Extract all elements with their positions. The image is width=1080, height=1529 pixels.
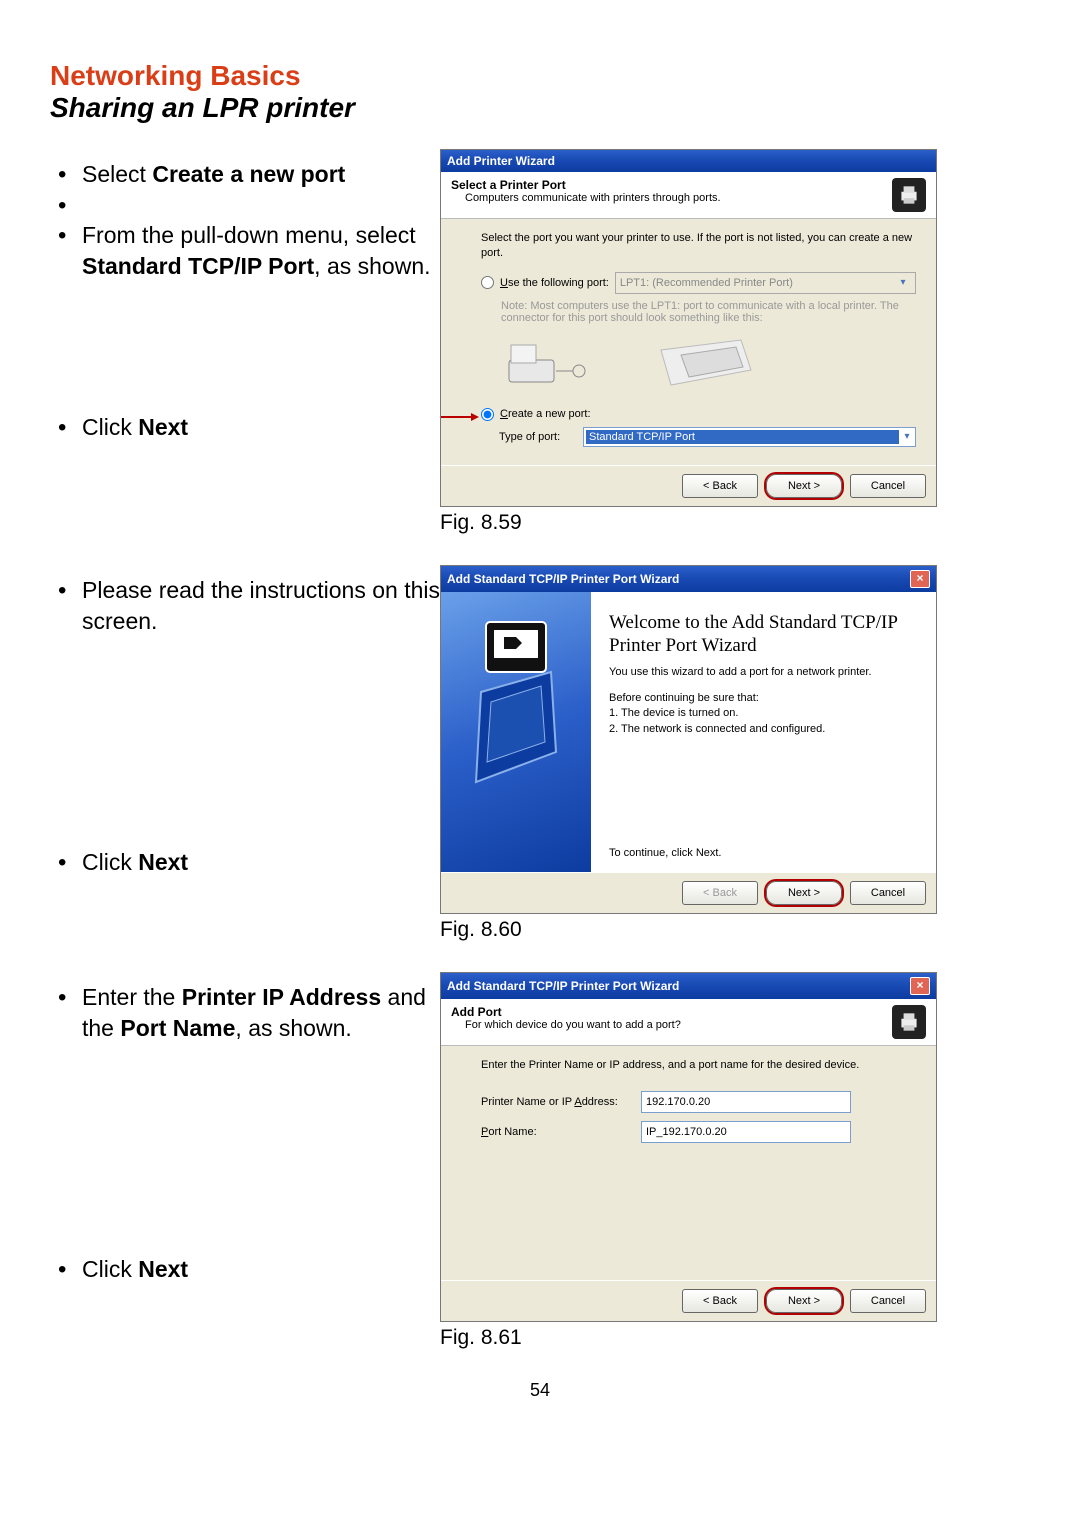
printer-ip-input[interactable] [641,1091,851,1113]
add-printer-wizard-dialog: Add Printer Wizard Select a Printer Port… [440,149,937,507]
dialog-intro-text: Select the port you want your printer to… [481,231,916,262]
addport-intro: Enter the Printer Name or IP address, an… [481,1058,916,1073]
create-new-port-radio[interactable] [481,408,494,421]
dialog-subheading: Computers communicate with printers thro… [465,192,892,204]
printer-ip-label: Printer Name or IP Address: [481,1096,641,1108]
tcpip-port-wizard-welcome-dialog: Add Standard TCP/IP Printer Port Wizard … [440,565,937,914]
dialog-titlebar[interactable]: Add Standard TCP/IP Printer Port Wizard … [441,973,936,999]
back-button: < Back [682,881,758,905]
dialog-subheading: For which device do you want to add a po… [465,1019,892,1031]
close-icon[interactable]: × [910,977,930,995]
port-name-label: Port Name: [481,1126,641,1138]
tcpip-port-wizard-addport-dialog: Add Standard TCP/IP Printer Port Wizard … [440,972,937,1322]
figure-caption: Fig. 8.61 [440,1326,1030,1350]
chevron-down-icon: ▾ [899,431,915,442]
existing-port-combo[interactable]: LPT1: (Recommended Printer Port) ▾ [615,272,916,294]
page-title: Networking Basics [50,60,1030,92]
dialog-heading: Add Port [451,1005,892,1019]
instr-click-next-1: Click Next [50,412,440,443]
printer-icon [892,178,926,212]
figure-caption: Fig. 8.59 [440,511,1030,535]
type-of-port-label: Type of port: [499,431,577,443]
port-name-input[interactable] [641,1121,851,1143]
use-following-port-label: UUse the following port:se the following… [500,277,609,289]
back-button[interactable]: < Back [682,474,758,498]
wizard-continue-text: To continue, click Next. [609,846,918,861]
port-note-text: Note: Most computers use the LPT1: port … [501,300,916,324]
wizard-sidebar-image [441,592,591,872]
wizard-line1: You use this wizard to add a port for a … [609,665,918,680]
dialog-title: Add Standard TCP/IP Printer Port Wizard [447,572,679,586]
connector-illustration [501,330,916,400]
dialog-heading: Select a Printer Port [451,178,892,192]
instr-select-standard-port: From the pull-down menu, select Standard… [50,220,440,282]
printer-icon [892,1005,926,1039]
next-button[interactable]: Next > [766,1289,842,1313]
wizard-welcome-heading: Welcome to the Add Standard TCP/IP Print… [609,612,918,658]
wizard-line2: Before continuing be sure that: [609,691,918,706]
page-subtitle: Sharing an LPR printer [50,92,1030,124]
dialog-title: Add Standard TCP/IP Printer Port Wizard [447,979,679,993]
cancel-button[interactable]: Cancel [850,474,926,498]
instr-click-next-2: Click Next [50,847,440,878]
create-new-port-label: Create a new port: [500,408,591,420]
cancel-button[interactable]: Cancel [850,881,926,905]
dialog-titlebar[interactable]: Add Standard TCP/IP Printer Port Wizard … [441,566,936,592]
figure-caption: Fig. 8.60 [440,918,1030,942]
instr-select-create-port: Select Create a new port [50,159,440,190]
chevron-down-icon: ▾ [895,277,911,288]
cancel-button[interactable]: Cancel [850,1289,926,1313]
next-button[interactable]: Next > [766,881,842,905]
next-button[interactable]: Next > [766,474,842,498]
use-following-port-radio[interactable] [481,276,494,289]
instr-read-screen: Please read the instructions on this scr… [50,575,440,637]
close-icon[interactable]: × [910,570,930,588]
instr-enter-ip-port: Enter the Printer IP Address and the Por… [50,982,440,1044]
red-arrow-icon [441,412,479,425]
dialog-titlebar[interactable]: Add Printer Wizard [441,150,936,172]
page-number: 54 [50,1380,1030,1401]
wizard-li1: 1. The device is turned on. [609,706,918,721]
back-button[interactable]: < Back [682,1289,758,1313]
wizard-li2: 2. The network is connected and configur… [609,722,918,737]
instr-click-next-3: Click Next [50,1254,440,1285]
dialog-title: Add Printer Wizard [447,154,555,168]
port-type-combo[interactable]: Standard TCP/IP Port ▾ [583,427,916,447]
